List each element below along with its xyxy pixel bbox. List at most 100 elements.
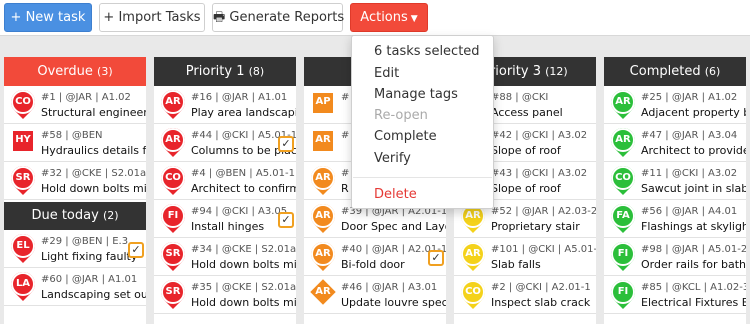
- task-meta: #32 | @CKE | S2.01a: [41, 168, 146, 179]
- select-checkbox[interactable]: ✓: [278, 212, 294, 228]
- task-meta: #11 | @CKI | A3.02: [641, 168, 738, 179]
- task-card[interactable]: CO #4 | @BEN | A5.01-1 Architect to confir…: [154, 162, 296, 200]
- task-card[interactable]: FI #85 | @KCL | A1.02-3 Electrical Fixture…: [604, 276, 746, 314]
- caret-down-icon: ▼: [410, 14, 418, 24]
- category-badge-label: SR: [15, 172, 31, 183]
- category-badge-icon: AR: [156, 86, 190, 120]
- new-task-button[interactable]: + New task: [4, 3, 92, 32]
- actions-button[interactable]: Actions ▼: [350, 3, 428, 32]
- task-card[interactable]: FI #94 | @CKI | A3.05 Install hinges ✓: [154, 200, 296, 238]
- task-title: Proprietary stair: [491, 220, 580, 233]
- task-card[interactable]: EL #29 | @BEN | E.3 Light fixing faulty ✓: [4, 230, 146, 268]
- category-badge-icon: AR: [306, 162, 340, 196]
- column-header-completed[interactable]: Completed (6): [604, 57, 746, 86]
- task-card[interactable]: AR #40 | @JAR | A2.01-1 Bi-fold door ✓: [304, 238, 446, 276]
- task-card[interactable]: LA #60 | @JAR | A1.01 Landscaping set out …: [4, 268, 146, 306]
- task-card[interactable]: AR #46 | @JAR | A3.01 Update louvre spec: [304, 276, 446, 314]
- task-card[interactable]: SR #32 | @CKE | S2.01a Hold down bolts mis…: [4, 162, 146, 200]
- category-badge-label: FA: [616, 210, 630, 221]
- category-badge-icon: FI: [606, 238, 640, 272]
- task-meta: #98 | @JAR | A5.01-2: [641, 244, 746, 255]
- task-card[interactable]: AR #101 | @CKI | A5.01-1 Slab falls: [454, 238, 596, 276]
- category-badge-icon: FI: [156, 200, 190, 234]
- category-badge-label: AR: [315, 172, 331, 183]
- column-header-priority-1[interactable]: Priority 1 (8): [154, 57, 296, 86]
- task-title: Landscaping set out to: [41, 288, 146, 301]
- category-badge-icon: AR: [606, 86, 640, 120]
- column-title: Priority 1: [185, 64, 245, 79]
- category-badge-label: AR: [315, 210, 331, 221]
- task-meta: #2 | @CKI | A2.01-1: [491, 282, 591, 293]
- column-priority-1: Priority 1 (8) AR #16 | @JAR | A1.01 Play …: [154, 57, 296, 324]
- category-badge-icon: AR: [311, 128, 335, 158]
- due-today-header[interactable]: Due today (2): [4, 202, 146, 230]
- task-card[interactable]: HY #58 | @BEN Hydraulics details for: [4, 124, 146, 162]
- category-badge-label: HY: [15, 134, 31, 145]
- category-badge-icon: CO: [6, 86, 40, 120]
- generate-reports-button[interactable]: 🖶 Generate Reports: [212, 3, 344, 32]
- menu-item-manage-tags[interactable]: Manage tags: [374, 87, 458, 102]
- category-badge-icon: CO: [456, 276, 490, 310]
- select-checkbox[interactable]: ✓: [128, 242, 144, 258]
- task-title: Architect to provide fi: [641, 144, 746, 157]
- task-title: Hydraulics details for: [41, 144, 146, 157]
- column-body: AR #16 | @JAR | A1.01 Play area landscapin…: [154, 86, 296, 324]
- category-badge-icon: AR: [606, 124, 640, 158]
- printer-icon: 🖶: [213, 10, 226, 25]
- task-title: Sawcut joint in slab: [641, 182, 746, 195]
- category-badge-icon: AP: [311, 90, 335, 120]
- task-meta: #: [341, 168, 350, 179]
- category-badge-icon: FI: [606, 276, 640, 310]
- task-title: Architect to confirm g: [191, 182, 296, 195]
- task-meta: #85 | @KCL | A1.02-3: [641, 282, 746, 293]
- task-card[interactable]: AR #47 | @JAR | A3.04 Architect to provide…: [604, 124, 746, 162]
- task-card[interactable]: FA #56 | @JAR | A4.01 Flashings at skyligh…: [604, 200, 746, 238]
- task-meta: #58 | @BEN: [41, 130, 103, 141]
- task-title: Play area landscaping: [191, 106, 296, 119]
- task-card[interactable]: AR#44 | @CKI | A5.01-1Columns to be plac…: [154, 124, 296, 162]
- task-card[interactable]: AR #16 | @JAR | A1.01 Play area landscapin…: [154, 86, 296, 124]
- category-badge-icon: AR: [306, 238, 340, 272]
- select-checkbox[interactable]: ✓: [428, 250, 444, 266]
- import-tasks-button[interactable]: + Import Tasks: [99, 3, 205, 32]
- task-card[interactable]: FI #98 | @JAR | A5.01-2 Order rails for ba…: [604, 238, 746, 276]
- task-card[interactable]: AR #25 | @JAR | A1.02 Adjacent property bo…: [604, 86, 746, 124]
- category-badge-icon: FA: [606, 200, 640, 234]
- menu-item-delete[interactable]: Delete: [374, 187, 417, 202]
- category-badge-icon: AR: [456, 238, 490, 272]
- task-card[interactable]: CO #11 | @CKI | A3.02 Sawcut joint in slab: [604, 162, 746, 200]
- column-header-overdue[interactable]: Overdue (3): [4, 57, 146, 86]
- column-body: CO #1 | @JAR | A1.02 Structural engineer t…: [4, 86, 146, 324]
- task-card[interactable]: SR #34 | @CKE | S2.01a Hold down bolts mis…: [154, 238, 296, 276]
- task-meta: #16 | @JAR | A1.01: [191, 92, 288, 103]
- task-meta: #60 | @JAR | A1.01: [41, 274, 138, 285]
- task-card[interactable]: CO #1 | @JAR | A1.02 Structural engineer t…: [4, 86, 146, 124]
- task-meta: #88 | @CKI: [491, 92, 549, 103]
- category-badge-label: SR: [165, 286, 181, 297]
- menu-item-complete[interactable]: Complete: [374, 129, 437, 144]
- task-meta: #1 | @JAR | A1.02: [41, 92, 131, 103]
- column-count: (3): [97, 65, 113, 78]
- task-card[interactable]: SR #35 | @CKE | S2.01a Hold down bolts mis…: [154, 276, 296, 314]
- task-title: Install hinges: [191, 220, 265, 233]
- task-title: Update louvre spec: [341, 296, 446, 309]
- task-meta: #52 | @JAR | A2.03-2: [491, 206, 596, 217]
- column-count: (12): [545, 65, 568, 78]
- task-meta: #101 | @CKI | A5.01-1: [491, 244, 596, 255]
- task-card[interactable]: CO #2 | @CKI | A2.01-1 Inspect slab crack: [454, 276, 596, 314]
- task-meta: #29 | @BEN | E.3: [41, 236, 129, 247]
- task-title: Light fixing faulty: [41, 250, 138, 263]
- subheader-title: Due today: [31, 208, 99, 223]
- category-badge-label: CO: [615, 172, 631, 183]
- task-meta: #: [341, 130, 350, 141]
- menu-item-verify[interactable]: Verify: [374, 151, 411, 166]
- category-badge-icon: AR: [310, 279, 336, 310]
- menu-item-edit[interactable]: Edit: [374, 66, 399, 81]
- task-meta: #4 | @BEN | A5.01-1: [191, 168, 295, 179]
- column-completed: Completed (6) AR #25 | @JAR | A1.02 Adjace…: [604, 57, 746, 324]
- category-badge-label: AR: [165, 134, 181, 145]
- task-title: Slope of roof: [491, 182, 561, 195]
- category-badge-icon: AR: [306, 200, 340, 234]
- task-meta: #25 | @JAR | A1.02: [641, 92, 738, 103]
- select-checkbox[interactable]: ✓: [278, 136, 294, 152]
